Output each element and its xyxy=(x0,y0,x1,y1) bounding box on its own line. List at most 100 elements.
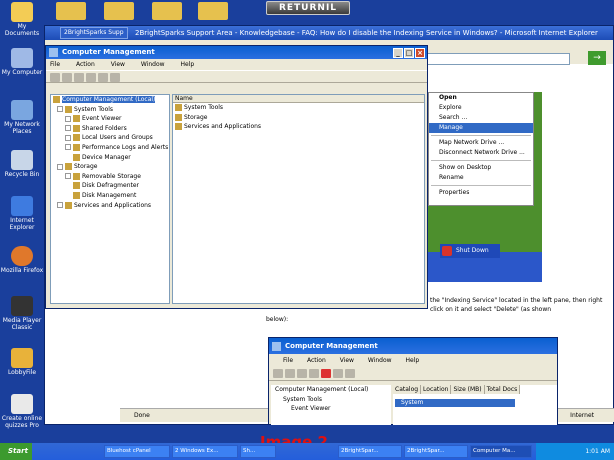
column-header-name[interactable]: Name xyxy=(173,95,424,103)
go-icon[interactable]: → xyxy=(588,51,606,65)
expand-icon[interactable] xyxy=(65,125,71,132)
desktop-top-icon[interactable] xyxy=(56,2,86,20)
collapse-icon[interactable] xyxy=(57,163,63,170)
tree-node[interactable]: Performance Logs and Alerts xyxy=(51,143,169,153)
storage-icon xyxy=(65,163,72,171)
ie-title: 2BrightSparks Support Area - Knowledgeba… xyxy=(45,26,613,40)
removable-storage-icon xyxy=(73,172,80,180)
taskbar-item[interactable]: 2BrightSpar... xyxy=(338,445,402,458)
taskbar-item[interactable]: 2BrightSpar... xyxy=(404,445,468,458)
column-header: Location xyxy=(421,385,452,394)
recycle-bin-desktop-icon[interactable]: Recycle Bin xyxy=(0,150,44,178)
menu-file[interactable]: File xyxy=(50,61,60,68)
start-button[interactable]: Start xyxy=(0,443,32,460)
collapse-icon[interactable] xyxy=(57,106,63,113)
expand-icon[interactable] xyxy=(65,134,71,141)
tree-node[interactable]: Services and Applications xyxy=(51,201,169,211)
tree-node[interactable]: Event Viewer xyxy=(51,114,169,124)
close-icon[interactable]: × xyxy=(415,48,425,58)
ie-desktop-icon[interactable]: Internet Explorer xyxy=(0,196,44,231)
desktop-top-icon[interactable] xyxy=(152,2,182,20)
expand-icon[interactable] xyxy=(57,202,63,209)
context-menu-item[interactable]: Open xyxy=(429,93,533,103)
context-menu-item[interactable]: Map Network Drive ... xyxy=(429,138,533,148)
show-tree-icon[interactable] xyxy=(86,73,96,82)
menu-action[interactable]: Action xyxy=(76,61,95,68)
context-menu-item[interactable]: Search ... xyxy=(429,113,533,123)
clock[interactable]: 1:01 AM xyxy=(585,448,610,455)
taskbar-item[interactable]: Sh... xyxy=(240,445,276,458)
article-text: the "Indexing Service" located in the le… xyxy=(430,297,603,313)
recycle-bin-icon xyxy=(11,150,33,170)
minimize-icon[interactable]: _ xyxy=(393,48,403,58)
up-icon[interactable] xyxy=(74,73,84,82)
returnil-button[interactable]: RETURNIL xyxy=(266,1,350,15)
menu-view[interactable]: View xyxy=(111,61,125,68)
cm2-menu-help: Help xyxy=(405,357,420,364)
defragmenter-icon xyxy=(73,182,80,190)
cm2-menu-action: Action xyxy=(306,357,326,364)
properties-icon[interactable] xyxy=(98,73,108,82)
network-desktop-icon[interactable]: My Network Places xyxy=(0,100,44,135)
disk-management-icon xyxy=(73,191,80,199)
taskbar: Start Bluehost cPanel 2 Windows Ex... Sh… xyxy=(0,443,614,460)
cm-menu-bar: File Action View Window Help xyxy=(46,59,427,70)
back-icon[interactable] xyxy=(50,73,60,82)
taskbar-item[interactable]: 2 Windows Ex... xyxy=(172,445,238,458)
tree-node[interactable]: Local Users and Groups xyxy=(51,133,169,143)
tree-node[interactable]: Removable Storage xyxy=(51,172,169,182)
expand-icon[interactable] xyxy=(65,115,71,122)
my-documents-desktop-icon[interactable]: My Documents xyxy=(0,2,44,37)
cm-title-bar: Computer Management _ □ × xyxy=(46,46,427,59)
tree-node[interactable]: Storage xyxy=(51,162,169,172)
list-item[interactable]: System Tools xyxy=(173,103,424,113)
forward-icon xyxy=(285,369,295,378)
tree-node[interactable]: Disk Management xyxy=(51,191,169,201)
tree-node[interactable]: Device Manager xyxy=(51,153,169,163)
context-menu-item[interactable]: Disconnect Network Drive ... xyxy=(429,148,533,158)
context-menu-item-manage[interactable]: Manage xyxy=(429,123,533,133)
expand-icon[interactable] xyxy=(65,173,71,180)
column-header: Total Docs xyxy=(484,385,521,394)
cm2-menu-bar: File Action View Window Help xyxy=(269,354,557,367)
context-menu-item[interactable]: Properties xyxy=(429,188,533,198)
firefox-desktop-icon[interactable]: Mozilla Firefox xyxy=(0,246,44,274)
cm2-tree-pane: Computer Management (Local) System Tools… xyxy=(271,385,391,425)
device-manager-icon xyxy=(73,153,80,161)
tree-node[interactable]: Computer Management (Local) xyxy=(51,95,169,105)
column-header: Size (MB) xyxy=(451,385,485,394)
taskbar-item[interactable]: Bluehost cPanel xyxy=(104,445,170,458)
quiz-desktop-icon[interactable]: Create online quizzes Pro xyxy=(0,394,44,429)
forward-icon[interactable] xyxy=(62,73,72,82)
desktop-top-icon[interactable] xyxy=(198,2,228,20)
desktop-top-icon[interactable] xyxy=(104,2,134,20)
maximize-icon[interactable]: □ xyxy=(404,48,414,58)
help-icon xyxy=(345,369,355,378)
article-text-continued: below): xyxy=(266,316,289,323)
my-computer-desktop-icon[interactable]: My Computer xyxy=(0,48,44,76)
context-menu-item[interactable]: Explore xyxy=(429,103,533,113)
tree-node[interactable]: System Tools xyxy=(51,105,169,115)
context-menu-item[interactable]: Rename xyxy=(429,173,533,183)
taskbar-item-active[interactable]: Computer Ma... xyxy=(470,445,532,458)
media-player-desktop-icon[interactable]: Media Player Classic xyxy=(0,296,44,331)
cm2-menu-view: View xyxy=(339,357,354,364)
list-item[interactable]: Services and Applications xyxy=(173,122,424,132)
menu-separator xyxy=(431,160,531,161)
tree-node[interactable]: Shared Folders xyxy=(51,124,169,134)
services-icon xyxy=(65,201,72,209)
menu-window[interactable]: Window xyxy=(141,61,165,68)
lobbyfile-desktop-icon[interactable]: LobbyFile xyxy=(0,348,44,376)
performance-icon xyxy=(73,143,80,151)
computer-management-screenshot: Computer Management File Action View Win… xyxy=(268,337,558,425)
expand-icon[interactable] xyxy=(65,144,71,151)
users-icon xyxy=(73,134,80,142)
menu-help[interactable]: Help xyxy=(180,61,194,68)
zone-text: Internet xyxy=(570,412,594,419)
help-icon[interactable] xyxy=(110,73,120,82)
context-menu-item[interactable]: Show on Desktop xyxy=(429,163,533,173)
tree-node[interactable]: Disk Defragmenter xyxy=(51,181,169,191)
ie-tab-support[interactable]: 2BrightSparks Supp xyxy=(60,27,128,39)
list-item[interactable]: Storage xyxy=(173,113,424,123)
computer-icon xyxy=(53,96,60,103)
